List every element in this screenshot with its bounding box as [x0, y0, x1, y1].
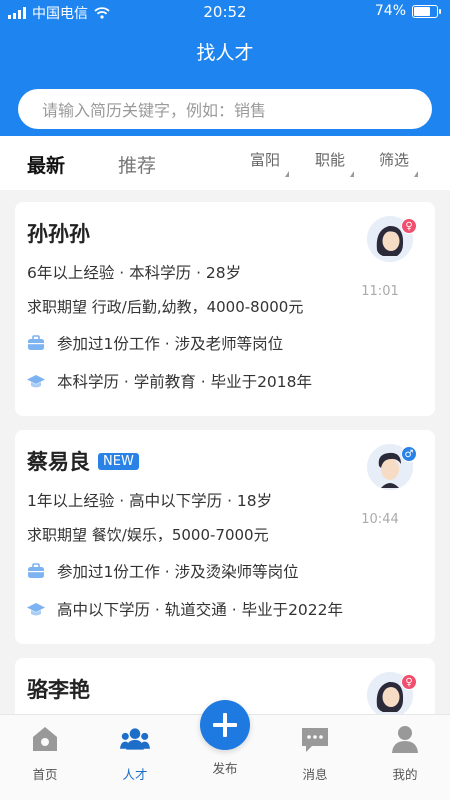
tab-recommended[interactable]: 推荐	[118, 151, 156, 178]
candidate-card[interactable]: 孙孙孙 6年以上经验 · 本科学历 · 28岁 求职期望 行政/后勤,幼教，40…	[15, 202, 435, 416]
search-input[interactable]: 请输入简历关键字，例如：销售	[18, 89, 432, 129]
advanced-filter-label: 筛选	[379, 151, 410, 169]
education-row: 本科学历 · 学前教育 · 毕业于2018年	[27, 370, 312, 392]
publish-label: 发布	[212, 761, 238, 776]
dropdown-arrow-icon	[285, 171, 290, 177]
candidate-meta: 6年以上经验 · 本科学历 · 28岁	[27, 264, 242, 282]
people-icon	[120, 728, 150, 750]
search-placeholder: 请输入简历关键字，例如：销售	[42, 101, 267, 120]
candidate-expectation: 求职期望 餐饮/娱乐，5000-7000元	[27, 526, 269, 544]
work-history-text: 参加过1份工作 · 涉及烫染师等岗位	[57, 563, 299, 581]
work-history-text: 参加过1份工作 · 涉及老师等岗位	[57, 335, 284, 353]
tab-latest[interactable]: 最新	[27, 151, 65, 178]
tab-profile-label: 我的	[392, 767, 418, 782]
tab-messages-label: 消息	[302, 767, 328, 782]
location-filter-label: 富阳	[250, 151, 281, 169]
tab-talent[interactable]: 人才	[90, 715, 180, 783]
tab-profile[interactable]: 我的	[360, 715, 450, 783]
function-filter[interactable]: 职能	[315, 149, 355, 177]
avatar: ♀	[367, 216, 417, 262]
avatar: ♀	[367, 672, 417, 718]
male-icon: ♂	[401, 446, 417, 462]
message-icon	[302, 728, 328, 752]
profile-icon	[392, 726, 418, 753]
location-filter[interactable]: 富阳	[250, 149, 290, 177]
battery-percent: 74%	[374, 3, 406, 19]
candidate-meta: 1年以上经验 · 高中以下学历 · 18岁	[27, 492, 273, 510]
female-icon: ♀	[401, 218, 417, 234]
avatar: ♂	[367, 444, 417, 490]
candidate-name: 孙孙孙	[27, 222, 90, 246]
status-bar: 中国电信 20:52 74%	[0, 0, 450, 24]
female-icon: ♀	[401, 674, 417, 690]
graduation-cap-icon	[27, 375, 45, 388]
home-icon	[33, 727, 57, 751]
tab-messages[interactable]: 消息	[270, 715, 360, 783]
dropdown-arrow-icon	[350, 171, 355, 177]
update-time: 10:44	[361, 512, 399, 527]
candidate-expectation: 求职期望 行政/后勤,幼教，4000-8000元	[27, 298, 304, 316]
graduation-cap-icon	[27, 603, 45, 616]
function-filter-label: 职能	[315, 151, 346, 169]
battery-icon	[412, 4, 441, 18]
tab-talent-label: 人才	[122, 767, 148, 782]
briefcase-icon	[28, 335, 44, 350]
work-history-row: 参加过1份工作 · 涉及老师等岗位	[27, 332, 283, 354]
top-header: 中国电信 20:52 74% 找人才 请输入简历关键字，例如：销售	[0, 0, 450, 136]
filter-bar: 最新 推荐 富阳 职能 筛选	[0, 136, 450, 190]
publish-button[interactable]	[200, 700, 250, 750]
advanced-filter[interactable]: 筛选	[379, 149, 419, 177]
tab-home-label: 首页	[32, 767, 58, 782]
dropdown-arrow-icon	[414, 171, 419, 177]
work-history-row: 参加过1份工作 · 涉及烫染师等岗位	[27, 560, 299, 582]
briefcase-icon	[28, 563, 44, 578]
candidate-name: 骆李艳	[27, 678, 90, 702]
candidate-name: 蔡易良	[27, 450, 90, 474]
education-text: 本科学历 · 学前教育 · 毕业于2018年	[57, 373, 313, 391]
page-title: 找人才	[196, 42, 254, 64]
update-time: 11:01	[361, 284, 399, 299]
new-badge: NEW	[98, 452, 139, 470]
tab-home[interactable]: 首页	[0, 715, 90, 783]
education-text: 高中以下学历 · 轨道交通 · 毕业于2022年	[57, 601, 344, 619]
education-row: 高中以下学历 · 轨道交通 · 毕业于2022年	[27, 598, 343, 620]
candidate-card[interactable]: 蔡易良 NEW 1年以上经验 · 高中以下学历 · 18岁 求职期望 餐饮/娱乐…	[15, 430, 435, 644]
